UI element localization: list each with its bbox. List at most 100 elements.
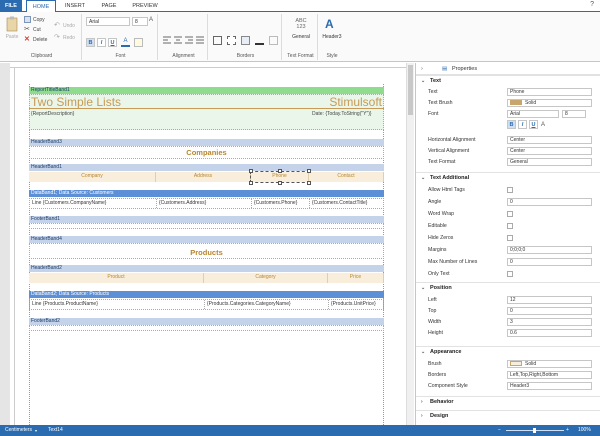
prop-angle-value[interactable]: 0	[507, 198, 592, 206]
prop-only-text-checkbox[interactable]	[507, 271, 513, 277]
category-name-cell[interactable]: {Products.Categories.CategoryName}	[205, 300, 329, 309]
contact-cell[interactable]: {Customers.ContactTitle}	[310, 199, 383, 208]
footer-band-2[interactable]: FooterBand2	[29, 318, 384, 325]
header-band-4[interactable]: HeaderBand4	[29, 236, 384, 243]
vertical-scroll-thumb[interactable]	[408, 65, 413, 115]
prop-margins-value[interactable]: 0;0;0;0	[507, 246, 592, 254]
prop-width-value[interactable]: 3	[507, 318, 592, 326]
prop-valign-value[interactable]: Center	[507, 147, 592, 155]
section-design[interactable]: › Design	[416, 410, 600, 420]
data-band-1[interactable]: DataBand1; Data Source: Customers	[29, 190, 384, 197]
prop-hide-zeros-checkbox[interactable]	[507, 235, 513, 241]
prop-brush-value[interactable]: Solid	[507, 360, 592, 368]
address-cell[interactable]: {Customers.Address}	[157, 199, 252, 208]
resize-handle-bottom[interactable]	[278, 181, 282, 185]
font-grow-icon[interactable]: A	[149, 17, 153, 23]
font-color-icon[interactable]: A	[121, 38, 130, 47]
prop-bold-button[interactable]: B	[507, 120, 516, 129]
units-selector[interactable]: Centimeters	[5, 425, 32, 436]
font-size-combo[interactable]: 8	[132, 17, 148, 26]
prop-borders-value[interactable]: Left,Top,Right,Bottom	[507, 371, 592, 379]
prop-editable-checkbox[interactable]	[507, 223, 513, 229]
products-title[interactable]: Products	[29, 248, 384, 257]
prop-halign-value[interactable]: Center	[507, 136, 592, 144]
price-col-header[interactable]: Price	[328, 273, 384, 283]
category-col-header[interactable]: Category	[204, 273, 328, 283]
border-color-icon[interactable]	[255, 36, 264, 45]
highlight-icon[interactable]	[134, 38, 143, 47]
address-col-header[interactable]: Address	[156, 172, 251, 182]
header-band-1[interactable]: HeaderBand1	[29, 164, 384, 171]
companies-title[interactable]: Companies	[29, 148, 384, 157]
borders-icon[interactable]	[213, 36, 222, 45]
italic-button[interactable]: I	[97, 38, 106, 47]
fill-color-icon[interactable]	[241, 36, 250, 45]
product-name-cell[interactable]: Line {Products.ProductName}	[30, 300, 205, 309]
text-format-name[interactable]: General	[284, 34, 318, 40]
prop-text-brush-value[interactable]: Solid	[507, 99, 592, 107]
report-title-band[interactable]: ReportTitleBand1	[29, 87, 384, 94]
header-band-3[interactable]: HeaderBand3	[29, 139, 384, 146]
style-name[interactable]: Header3	[320, 34, 344, 40]
prop-underline-button[interactable]: U	[529, 120, 538, 129]
section-appearance[interactable]: ⌄ Appearance	[416, 346, 600, 356]
bold-button[interactable]: B	[86, 38, 95, 47]
prop-text-format-value[interactable]: General	[507, 158, 592, 166]
brand-text[interactable]: Stimulsoft	[329, 95, 382, 109]
prop-allow-html-checkbox[interactable]	[507, 187, 513, 193]
copy-button[interactable]: Copy	[24, 16, 45, 23]
vertical-scrollbar[interactable]	[406, 63, 414, 425]
align-right-icon[interactable]	[185, 36, 194, 46]
cut-button[interactable]: ✂ Cut	[24, 26, 41, 33]
company-name-cell[interactable]: Line {Customers.CompanyName}	[30, 199, 157, 208]
section-text-additional[interactable]: ⌄ Text Additional	[416, 172, 600, 182]
unit-price-cell[interactable]: {Products.UnitPrice}	[329, 300, 383, 309]
delete-button[interactable]: ✕ Delete	[24, 36, 47, 43]
resize-handle-top-left[interactable]	[249, 169, 253, 173]
header-band-2[interactable]: HeaderBand2	[29, 265, 384, 272]
prop-italic-button[interactable]: I	[518, 120, 527, 129]
resize-handle-bottom-right[interactable]	[307, 181, 311, 185]
zoom-slider-thumb[interactable]	[533, 428, 536, 433]
contact-col-header[interactable]: Contact	[309, 172, 384, 182]
tab-preview[interactable]: PREVIEW	[127, 0, 163, 12]
prop-component-style-value[interactable]: Header3	[507, 382, 592, 390]
undo-button[interactable]: ↶ Undo	[54, 22, 75, 29]
tab-file[interactable]: FILE	[0, 0, 22, 12]
prop-max-lines-value[interactable]: 0	[507, 258, 592, 266]
collapse-icon[interactable]: ›	[421, 63, 423, 75]
units-dropdown-icon[interactable]: ▾	[35, 425, 37, 436]
tab-page[interactable]: PAGE	[95, 0, 123, 12]
report-title-text[interactable]: Two Simple Lists	[31, 95, 121, 109]
redo-button[interactable]: ↷ Redo	[54, 34, 75, 41]
resize-handle-top-right[interactable]	[307, 169, 311, 173]
prop-left-value[interactable]: 12	[507, 296, 592, 304]
company-col-header[interactable]: Company	[29, 172, 156, 182]
text-format-preview-icon[interactable]: ABC 123	[288, 18, 314, 30]
product-col-header[interactable]: Product	[29, 273, 204, 283]
section-position[interactable]: ⌄ Position	[416, 282, 600, 292]
prop-font-value[interactable]: Arial	[507, 110, 559, 118]
align-justify-icon[interactable]	[196, 36, 205, 46]
prop-text-value[interactable]: Phone	[507, 88, 592, 96]
align-center-icon[interactable]	[174, 36, 183, 46]
zoom-in-button[interactable]: +	[566, 425, 569, 436]
underline-button[interactable]: U	[108, 38, 117, 47]
style-preview-icon[interactable]: A	[325, 17, 334, 31]
prop-height-value[interactable]: 0.6	[507, 329, 592, 337]
resize-handle-top[interactable]	[278, 169, 282, 173]
resize-handle-bottom-left[interactable]	[249, 181, 253, 185]
prop-word-wrap-checkbox[interactable]	[507, 211, 513, 217]
report-description[interactable]: {ReportDescription}	[31, 111, 74, 117]
shadow-icon[interactable]	[269, 36, 278, 45]
border-style-icon[interactable]	[227, 36, 236, 45]
align-left-icon[interactable]	[163, 36, 172, 46]
prop-top-value[interactable]: 0	[507, 307, 592, 315]
footer-band-1[interactable]: FooterBand1	[29, 216, 384, 223]
prop-font-size[interactable]: 8	[562, 110, 586, 118]
prop-strikeout-icon[interactable]: A	[541, 120, 545, 130]
zoom-out-button[interactable]: −	[498, 425, 501, 436]
help-button[interactable]: ?	[590, 1, 594, 8]
section-text[interactable]: ⌄ Text	[416, 75, 600, 85]
tab-insert[interactable]: INSERT	[60, 0, 90, 12]
